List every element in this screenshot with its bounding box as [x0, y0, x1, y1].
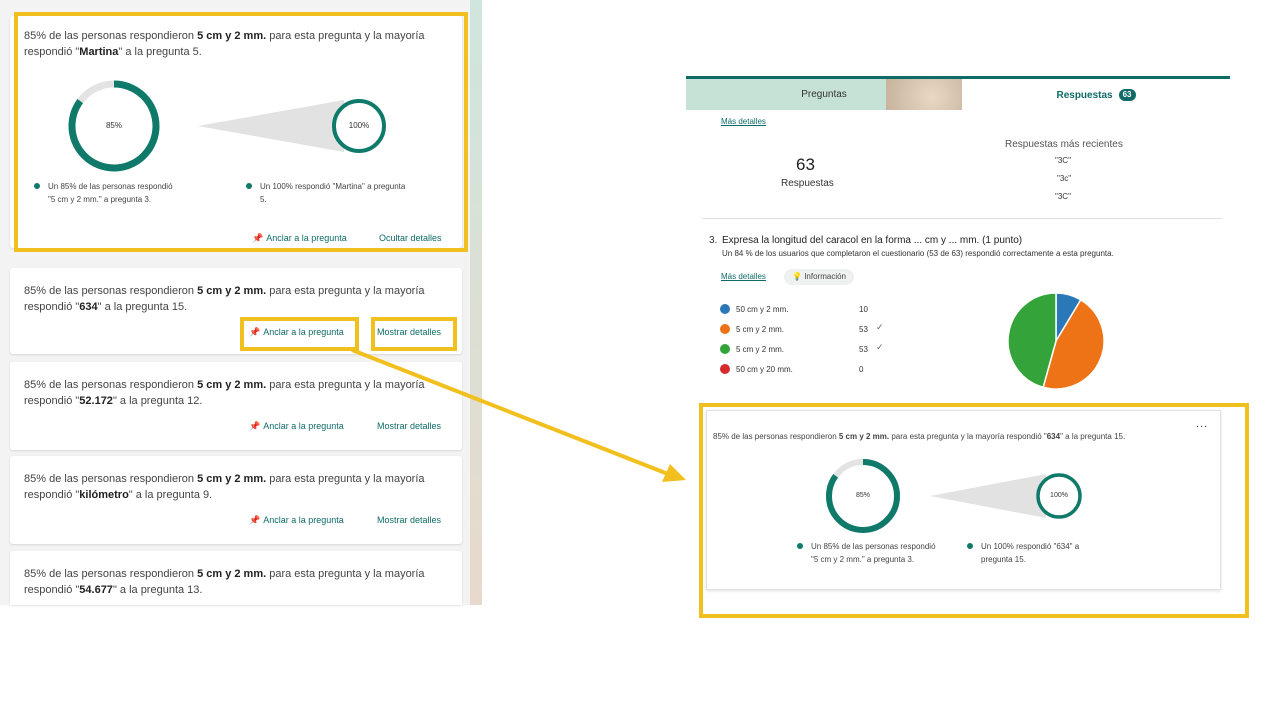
- highlight-box: [699, 403, 1249, 618]
